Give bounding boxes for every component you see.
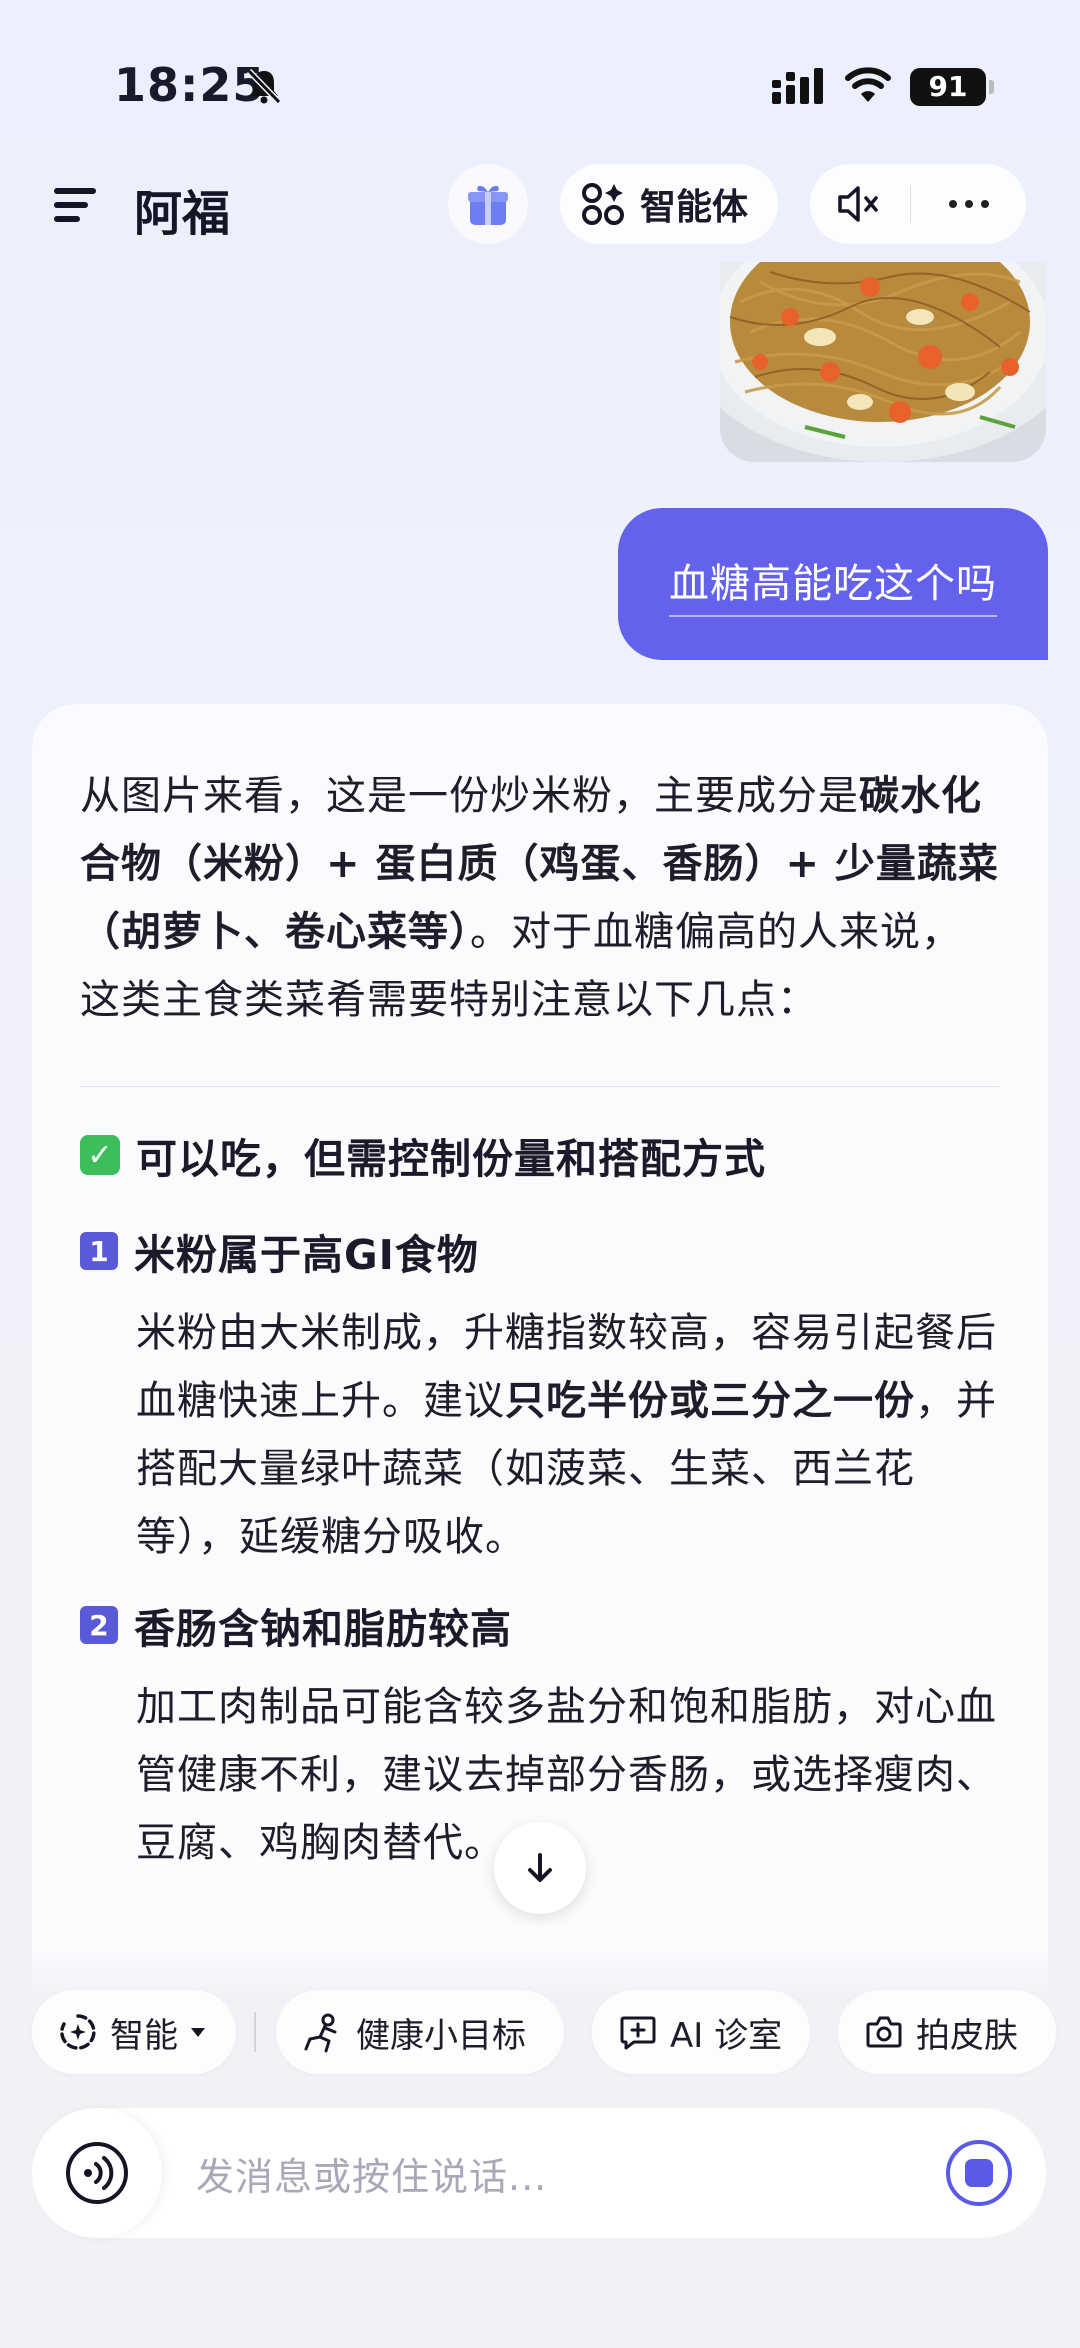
chip-label: 智能 [110,2015,178,2056]
more-button[interactable] [911,200,1026,208]
wifi-icon [845,67,891,102]
message-input[interactable]: 发消息或按住说话... [162,2146,946,2201]
speaker-mute-icon [838,186,878,222]
quick-actions-bar: 智能 健康小目标 AI 诊室 拍皮肤 [0,1990,1080,2074]
answer-intro: 从图片来看，这是一份炒米粉，主要成分是碳水化合物（米粉）+ 蛋白质（鸡蛋、香肠）… [80,762,1000,1034]
status-time: 18:25 [114,58,266,112]
scroll-to-bottom-button[interactable] [494,1822,586,1914]
checkmark-icon: ✓ [80,1135,120,1175]
point-heading: 2 香肠含钠和脂肪较高 [80,1577,1000,1673]
conclusion-heading: 可以吃，但需控制份量和搭配方式 [136,1135,766,1183]
menu-icon[interactable] [52,182,98,228]
chip-divider [254,2012,256,2052]
camera-icon [866,2016,902,2048]
number-badge: 2 [80,1606,118,1644]
user-message-bubble[interactable]: 血糖高能吃这个吗 [618,508,1048,660]
chip-skin-photo[interactable]: 拍皮肤 [838,1990,1056,2074]
point-title: 香肠含钠和脂肪较高 [134,1605,512,1653]
conclusion-row: ✓ 可以吃，但需控制份量和搭配方式 [80,1107,1000,1203]
caret-down-icon [191,2028,205,2037]
chip-label: 健康小目标 [356,2015,526,2056]
fried-rice-noodles-image [720,262,1046,462]
more-dot [948,200,957,208]
header-actions [810,164,1026,244]
user-message-text: 血糖高能吃这个吗 [669,551,997,617]
agent-icon [582,183,624,225]
stop-button[interactable] [946,2140,1012,2206]
voice-icon [66,2142,128,2204]
answer-divider [80,1086,1000,1087]
chip-health-goal[interactable]: 健康小目标 [276,1990,564,2074]
chip-label: AI 诊室 [670,2015,783,2056]
agent-label: 智能体 [640,187,749,228]
battery-indicator: 91 [910,68,994,106]
clinic-icon [620,2016,656,2050]
assistant-answer-card: 从图片来看，这是一份炒米粉，主要成分是碳水化合物（米粉）+ 蛋白质（鸡蛋、香肠）… [32,704,1048,2004]
smart-icon [60,2014,96,2050]
point-title: 米粉属于高GI食物 [134,1231,479,1279]
point-heading: 1 米粉属于高GI食物 [80,1203,1000,1299]
app-title: 阿福 [134,186,231,242]
gift-icon [468,185,508,225]
agent-button[interactable]: 智能体 [560,164,778,244]
arrow-down-icon [528,1853,552,1882]
message-input-bar: 发消息或按住说话... [32,2108,1046,2238]
voice-button[interactable] [32,2108,162,2238]
more-dot [980,200,989,208]
bell-muted-icon [246,68,282,105]
gift-button[interactable] [448,164,528,244]
number-badge: 1 [80,1232,118,1270]
chip-smart-mode[interactable]: 智能 [32,1990,236,2074]
chip-label: 拍皮肤 [916,2015,1018,2056]
goal-icon [304,2013,337,2053]
status-bar: 18:25 91 [0,0,1080,170]
signal-icon [772,68,823,104]
point-text-bold: 只吃半份或三分之一份 [505,1378,915,1424]
mute-button[interactable] [810,184,910,224]
more-dot [964,200,973,208]
food-photo[interactable] [720,262,1046,462]
answer-intro-text: 从图片来看，这是一份炒米粉，主要成分是 [80,773,859,819]
point-body: 米粉由大米制成，升糖指数较高，容易引起餐后血糖快速上升。建议只吃半份或三分之一份… [80,1299,1000,1571]
stop-icon [965,2159,993,2187]
chip-ai-clinic[interactable]: AI 诊室 [592,1990,810,2074]
